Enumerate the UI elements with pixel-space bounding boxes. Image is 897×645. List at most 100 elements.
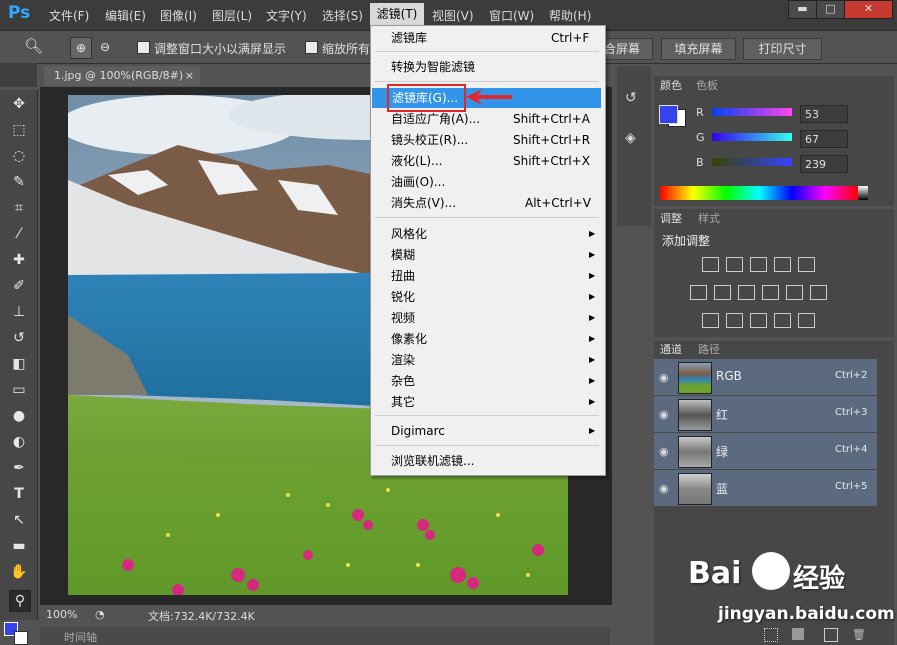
fg-color-chip[interactable] (659, 105, 678, 124)
channel-row-green[interactable]: ◉ 绿 Ctrl+4 (654, 433, 877, 470)
trash-icon[interactable]: 🗑︎ (852, 628, 866, 641)
eye-icon[interactable]: ◉ (659, 445, 671, 458)
b-value[interactable]: 239 (800, 155, 848, 173)
color-spectrum[interactable] (660, 186, 858, 200)
hand-tool-icon[interactable]: ✋ (9, 562, 29, 582)
channel-row-red[interactable]: ◉ 红 Ctrl+3 (654, 396, 877, 433)
tab-swatches[interactable]: 色板 (696, 78, 718, 94)
menu-item-smart-filter[interactable]: 转换为智能滤镜 (371, 57, 601, 77)
zoom-tool-active-icon[interactable]: ⚲ (9, 590, 31, 612)
zoom-in-icon[interactable]: ⊕ (70, 37, 92, 59)
menu-item-pixelate[interactable]: 像素化 ▶ (371, 329, 601, 349)
menu-select[interactable]: 选择(S) (322, 7, 363, 24)
menu-item-video[interactable]: 视频 ▶ (371, 308, 601, 328)
menu-item-sharpen[interactable]: 锐化 ▶ (371, 287, 601, 307)
menu-item-browse-filters[interactable]: 浏览联机滤镜... (371, 451, 601, 471)
zoom-all-checkbox[interactable] (305, 41, 318, 54)
properties-panel-icon[interactable]: ◈ (625, 130, 636, 146)
marquee-tool-icon[interactable]: ⬚ (9, 120, 29, 140)
eye-icon[interactable]: ◉ (659, 371, 671, 384)
stamp-tool-icon[interactable]: ⊥ (9, 302, 29, 322)
eraser-tool-icon[interactable]: ◧ (9, 354, 29, 374)
color-balance-icon[interactable] (714, 285, 731, 300)
menu-type[interactable]: 文字(Y) (266, 7, 307, 24)
eye-icon[interactable]: ◉ (659, 408, 671, 421)
vibrance-icon[interactable] (798, 257, 815, 272)
tab-paths[interactable]: 路径 (698, 342, 720, 358)
menu-filter[interactable]: 滤镜(T) (370, 3, 424, 25)
menu-item-lens-correction[interactable]: 镜头校正(R)... Shift+Ctrl+R (371, 130, 601, 150)
menu-item-digimarc[interactable]: Digimarc ▶ (371, 421, 601, 441)
r-value[interactable]: 53 (800, 105, 848, 123)
document-tab[interactable]: 1.jpg @ 100%(RGB/8#) × (44, 66, 200, 86)
history-brush-icon[interactable]: ↺ (9, 328, 29, 348)
bw-ramp[interactable] (858, 186, 868, 200)
menu-edit[interactable]: 编辑(E) (105, 7, 146, 24)
timeline-tab[interactable]: 时间轴 (64, 629, 97, 645)
dodge-tool-icon[interactable]: ◐ (9, 432, 29, 452)
shape-tool-icon[interactable]: ▬ (9, 536, 29, 556)
channel-row-blue[interactable]: ◉ 蓝 Ctrl+5 (654, 470, 877, 507)
b-slider[interactable] (712, 158, 792, 166)
history-panel-icon[interactable]: ↺ (625, 90, 637, 106)
print-size-button[interactable]: 打印尺寸 (743, 38, 822, 60)
type-tool-icon[interactable]: T (9, 484, 29, 504)
tab-styles[interactable]: 样式 (698, 211, 720, 227)
lasso-tool-icon[interactable]: ◌ (9, 146, 29, 166)
minimize-button[interactable]: ▬ (788, 0, 817, 19)
gradient-tool-icon[interactable]: ▭ (9, 380, 29, 400)
invert-icon[interactable] (702, 313, 719, 328)
eye-icon[interactable]: ◉ (659, 482, 671, 495)
restore-button[interactable]: □ (816, 0, 845, 19)
menu-item-vanishing-point[interactable]: 消失点(V)... Alt+Ctrl+V (371, 193, 601, 213)
threshold-icon[interactable] (750, 313, 767, 328)
menu-window[interactable]: 窗口(W) (489, 7, 534, 24)
photo-filter-icon[interactable] (762, 285, 779, 300)
menu-item-liquify[interactable]: 液化(L)... Shift+Ctrl+X (371, 151, 601, 171)
load-selection-icon[interactable] (764, 628, 778, 642)
tab-channels[interactable]: 通道 (660, 342, 682, 358)
fill-screen-button[interactable]: 填充屏幕 (661, 38, 736, 60)
share-icon[interactable]: ◔ (95, 608, 105, 621)
menu-help[interactable]: 帮助(H) (549, 7, 591, 24)
gradient-map-icon[interactable] (798, 313, 815, 328)
save-selection-icon[interactable] (792, 628, 804, 640)
menu-item-stylize[interactable]: 风格化 ▶ (371, 224, 601, 244)
pen-tool-icon[interactable]: ✒ (9, 458, 29, 478)
background-color-swatch[interactable] (14, 631, 28, 645)
close-document-icon[interactable]: × (185, 66, 194, 86)
posterize-icon[interactable] (726, 313, 743, 328)
r-slider[interactable] (712, 108, 792, 116)
menu-item-noise[interactable]: 杂色 ▶ (371, 371, 601, 391)
curves-icon[interactable] (750, 257, 767, 272)
menu-item-oil-paint[interactable]: 油画(O)... (371, 172, 601, 192)
brightness-icon[interactable] (702, 257, 719, 272)
channel-mixer-icon[interactable] (786, 285, 803, 300)
g-value[interactable]: 67 (800, 130, 848, 148)
exposure-icon[interactable] (774, 257, 791, 272)
menu-item-adaptive-wide-angle[interactable]: 自适应广角(A)... Shift+Ctrl+A (371, 109, 601, 129)
menu-item-distort[interactable]: 扭曲 ▶ (371, 266, 601, 286)
menu-file[interactable]: 文件(F) (49, 7, 89, 24)
menu-item-last-filter[interactable]: 滤镜库 Ctrl+F (371, 28, 601, 48)
channel-row-rgb[interactable]: ◉ RGB Ctrl+2 (654, 359, 877, 396)
tab-adjustments[interactable]: 调整 (660, 211, 682, 227)
black-white-icon[interactable] (738, 285, 755, 300)
healing-tool-icon[interactable]: ✚ (9, 250, 29, 270)
color-lookup-icon[interactable] (810, 285, 827, 300)
new-channel-icon[interactable] (824, 628, 838, 642)
menu-item-blur[interactable]: 模糊 ▶ (371, 245, 601, 265)
close-button[interactable]: ✕ (844, 0, 893, 19)
levels-icon[interactable] (726, 257, 743, 272)
blur-tool-icon[interactable]: ● (9, 406, 29, 426)
brush-tool-icon[interactable]: ✐ (9, 276, 29, 296)
menu-layer[interactable]: 图层(L) (212, 7, 252, 24)
g-slider[interactable] (712, 133, 792, 141)
selective-color-icon[interactable] (774, 313, 791, 328)
zoom-tool-icon[interactable]: 🔍︎ (24, 37, 44, 57)
eyedropper-tool-icon[interactable]: ⁄ (9, 224, 29, 244)
hue-saturation-icon[interactable] (690, 285, 707, 300)
menu-item-render[interactable]: 渲染 ▶ (371, 350, 601, 370)
zoom-out-icon[interactable]: ⊖ (95, 37, 115, 57)
move-tool-icon[interactable]: ✥ (9, 94, 29, 114)
